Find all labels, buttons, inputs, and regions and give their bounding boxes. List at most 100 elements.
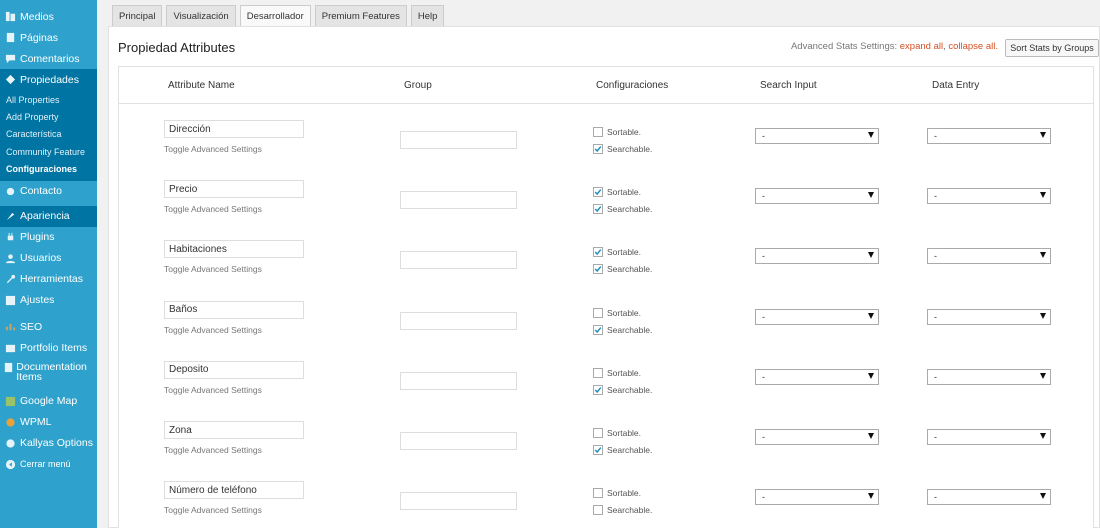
search-input-select[interactable]: - bbox=[755, 489, 879, 506]
searchable-checkbox[interactable] bbox=[593, 324, 603, 335]
sidebar-item-plugins[interactable]: Plugins bbox=[0, 227, 97, 248]
searchable-checkbox[interactable] bbox=[593, 505, 603, 516]
advanced-stats-settings: Advanced Stats Settings: expand all, col… bbox=[791, 41, 998, 52]
toggle-advanced-settings-link[interactable]: Toggle Advanced Settings bbox=[164, 204, 262, 214]
tab-desarrollador[interactable]: Desarrollador bbox=[239, 5, 311, 27]
attribute-name-input[interactable] bbox=[164, 300, 304, 319]
attribute-name-input[interactable] bbox=[164, 360, 304, 379]
attribute-name-input[interactable] bbox=[164, 120, 304, 138]
sidebar-item-medios[interactable]: Medios bbox=[0, 6, 97, 27]
searchable-option[interactable]: Searchable. bbox=[593, 204, 652, 215]
group-input[interactable] bbox=[400, 371, 517, 390]
sidebar-item-comentarios[interactable]: Comentarios bbox=[0, 48, 97, 69]
sidebar-item-herramientas[interactable]: Herramientas bbox=[0, 269, 97, 290]
searchable-checkbox[interactable] bbox=[593, 445, 603, 455]
searchable-checkbox[interactable] bbox=[593, 264, 603, 275]
searchable-option[interactable]: Searchable. bbox=[593, 264, 652, 275]
toggle-advanced-settings-link[interactable]: Toggle Advanced Settings bbox=[164, 325, 262, 335]
stats-label: Advanced Stats Settings: bbox=[790, 41, 898, 52]
data-entry-select[interactable]: - bbox=[927, 429, 1051, 445]
toggle-advanced-settings-link[interactable]: Toggle Advanced Settings bbox=[164, 505, 262, 515]
search-input-select[interactable]: - bbox=[755, 128, 879, 144]
tab-principal[interactable]: Principal bbox=[112, 5, 163, 27]
expand-all-link[interactable]: expand all bbox=[900, 41, 943, 52]
sidebar-item-portfolio[interactable]: Portfolio Items bbox=[0, 338, 97, 359]
searchable-checkbox[interactable] bbox=[593, 204, 603, 215]
sidebar-item-contacto[interactable]: Contacto bbox=[0, 181, 97, 202]
toggle-advanced-settings-link[interactable]: Toggle Advanced Settings bbox=[164, 144, 262, 154]
sidebar-item-apariencia[interactable]: Apariencia bbox=[0, 205, 97, 227]
searchable-checkbox[interactable] bbox=[593, 384, 603, 395]
searchable-option[interactable]: Searchable. bbox=[593, 144, 652, 154]
sidebar-item-label: SEO bbox=[20, 321, 43, 334]
toggle-advanced-settings-link[interactable]: Toggle Advanced Settings bbox=[164, 445, 262, 455]
sortable-option[interactable]: Sortable. bbox=[593, 307, 641, 318]
collapse-all-link[interactable]: collapse all. bbox=[948, 41, 998, 52]
sortable-option[interactable]: Sortable. bbox=[593, 187, 641, 198]
sortable-checkbox[interactable] bbox=[593, 187, 603, 198]
attribute-name-input[interactable] bbox=[164, 481, 304, 500]
submenu-all-properties[interactable]: All Properties bbox=[0, 92, 97, 109]
data-entry-select[interactable]: - bbox=[927, 489, 1051, 506]
submenu-add-property[interactable]: Add Property bbox=[0, 109, 97, 126]
sortable-checkbox[interactable] bbox=[593, 127, 603, 137]
search-input-select[interactable]: - bbox=[755, 368, 879, 385]
sidebar-collapse-menu[interactable]: Cerrar menú bbox=[0, 454, 97, 475]
submenu-community-feature[interactable]: Community Feature bbox=[0, 144, 97, 161]
sortable-checkbox[interactable] bbox=[593, 307, 603, 318]
sidebar-item-kallyas[interactable]: Kallyas Options bbox=[0, 433, 97, 454]
attribute-name-input[interactable] bbox=[164, 240, 304, 259]
sidebar-item-documentation[interactable]: Documentation Items bbox=[0, 359, 97, 391]
searchable-option[interactable]: Searchable. bbox=[593, 384, 652, 395]
sortable-checkbox[interactable] bbox=[593, 488, 603, 499]
tab-help[interactable]: Help bbox=[410, 5, 445, 27]
submenu-caracteristica[interactable]: Característica bbox=[0, 126, 97, 143]
sidebar-item-usuarios[interactable]: Usuarios bbox=[0, 248, 97, 269]
search-input-select[interactable]: - bbox=[755, 308, 879, 325]
sortable-option[interactable]: Sortable. bbox=[593, 367, 641, 378]
attribute-name-input[interactable] bbox=[164, 421, 304, 439]
sort-stats-by-groups-button[interactable]: Sort Stats by Groups bbox=[1005, 39, 1099, 57]
group-input[interactable] bbox=[400, 311, 517, 330]
sidebar-item-google-map[interactable]: Google Map bbox=[0, 391, 97, 412]
toggle-advanced-settings-link[interactable]: Toggle Advanced Settings bbox=[164, 385, 262, 395]
group-input[interactable] bbox=[400, 131, 517, 149]
users-icon bbox=[0, 253, 20, 264]
data-entry-select[interactable]: - bbox=[927, 308, 1051, 325]
group-input[interactable] bbox=[400, 191, 517, 210]
sortable-option[interactable]: Sortable. bbox=[593, 247, 641, 258]
search-input-select[interactable]: - bbox=[755, 248, 879, 265]
group-input[interactable] bbox=[400, 432, 517, 450]
sortable-checkbox[interactable] bbox=[593, 367, 603, 378]
data-entry-select[interactable]: - bbox=[927, 128, 1051, 144]
sortable-option[interactable]: Sortable. bbox=[593, 127, 641, 137]
submenu-configuraciones[interactable]: Configuraciones bbox=[0, 161, 97, 178]
attribute-name-input[interactable] bbox=[164, 180, 304, 199]
toggle-advanced-settings-link[interactable]: Toggle Advanced Settings bbox=[164, 264, 262, 274]
select-value: - bbox=[762, 492, 765, 503]
searchable-checkbox[interactable] bbox=[593, 144, 603, 154]
search-input-select[interactable]: - bbox=[755, 429, 879, 445]
data-entry-select[interactable]: - bbox=[927, 248, 1051, 265]
stats-separator: , bbox=[943, 41, 946, 52]
searchable-option[interactable]: Searchable. bbox=[593, 324, 652, 335]
data-entry-select[interactable]: - bbox=[927, 368, 1051, 385]
tab-visualizacion[interactable]: Visualización bbox=[166, 5, 236, 27]
sortable-option[interactable]: Sortable. bbox=[593, 428, 641, 438]
sortable-checkbox[interactable] bbox=[593, 428, 603, 438]
group-input[interactable] bbox=[400, 492, 517, 511]
sidebar-item-seo[interactable]: SEO bbox=[0, 317, 97, 338]
group-input[interactable] bbox=[400, 251, 517, 270]
sortable-option[interactable]: Sortable. bbox=[593, 488, 641, 499]
sidebar-item-paginas[interactable]: Páginas bbox=[0, 27, 97, 48]
sidebar-item-propiedades[interactable]: Propiedades bbox=[0, 69, 97, 90]
sidebar-item-ajustes[interactable]: Ajustes bbox=[0, 290, 97, 311]
sidebar-item-wpml[interactable]: WPML bbox=[0, 412, 97, 433]
search-input-select[interactable]: - bbox=[755, 188, 879, 205]
tab-premium-features[interactable]: Premium Features bbox=[314, 5, 407, 27]
searchable-option[interactable]: Searchable. bbox=[593, 445, 652, 455]
data-entry-select[interactable]: - bbox=[927, 188, 1051, 205]
sortable-checkbox[interactable] bbox=[593, 247, 603, 258]
searchable-option[interactable]: Searchable. bbox=[593, 505, 652, 516]
sidebar-item-label: Usuarios bbox=[20, 252, 62, 265]
